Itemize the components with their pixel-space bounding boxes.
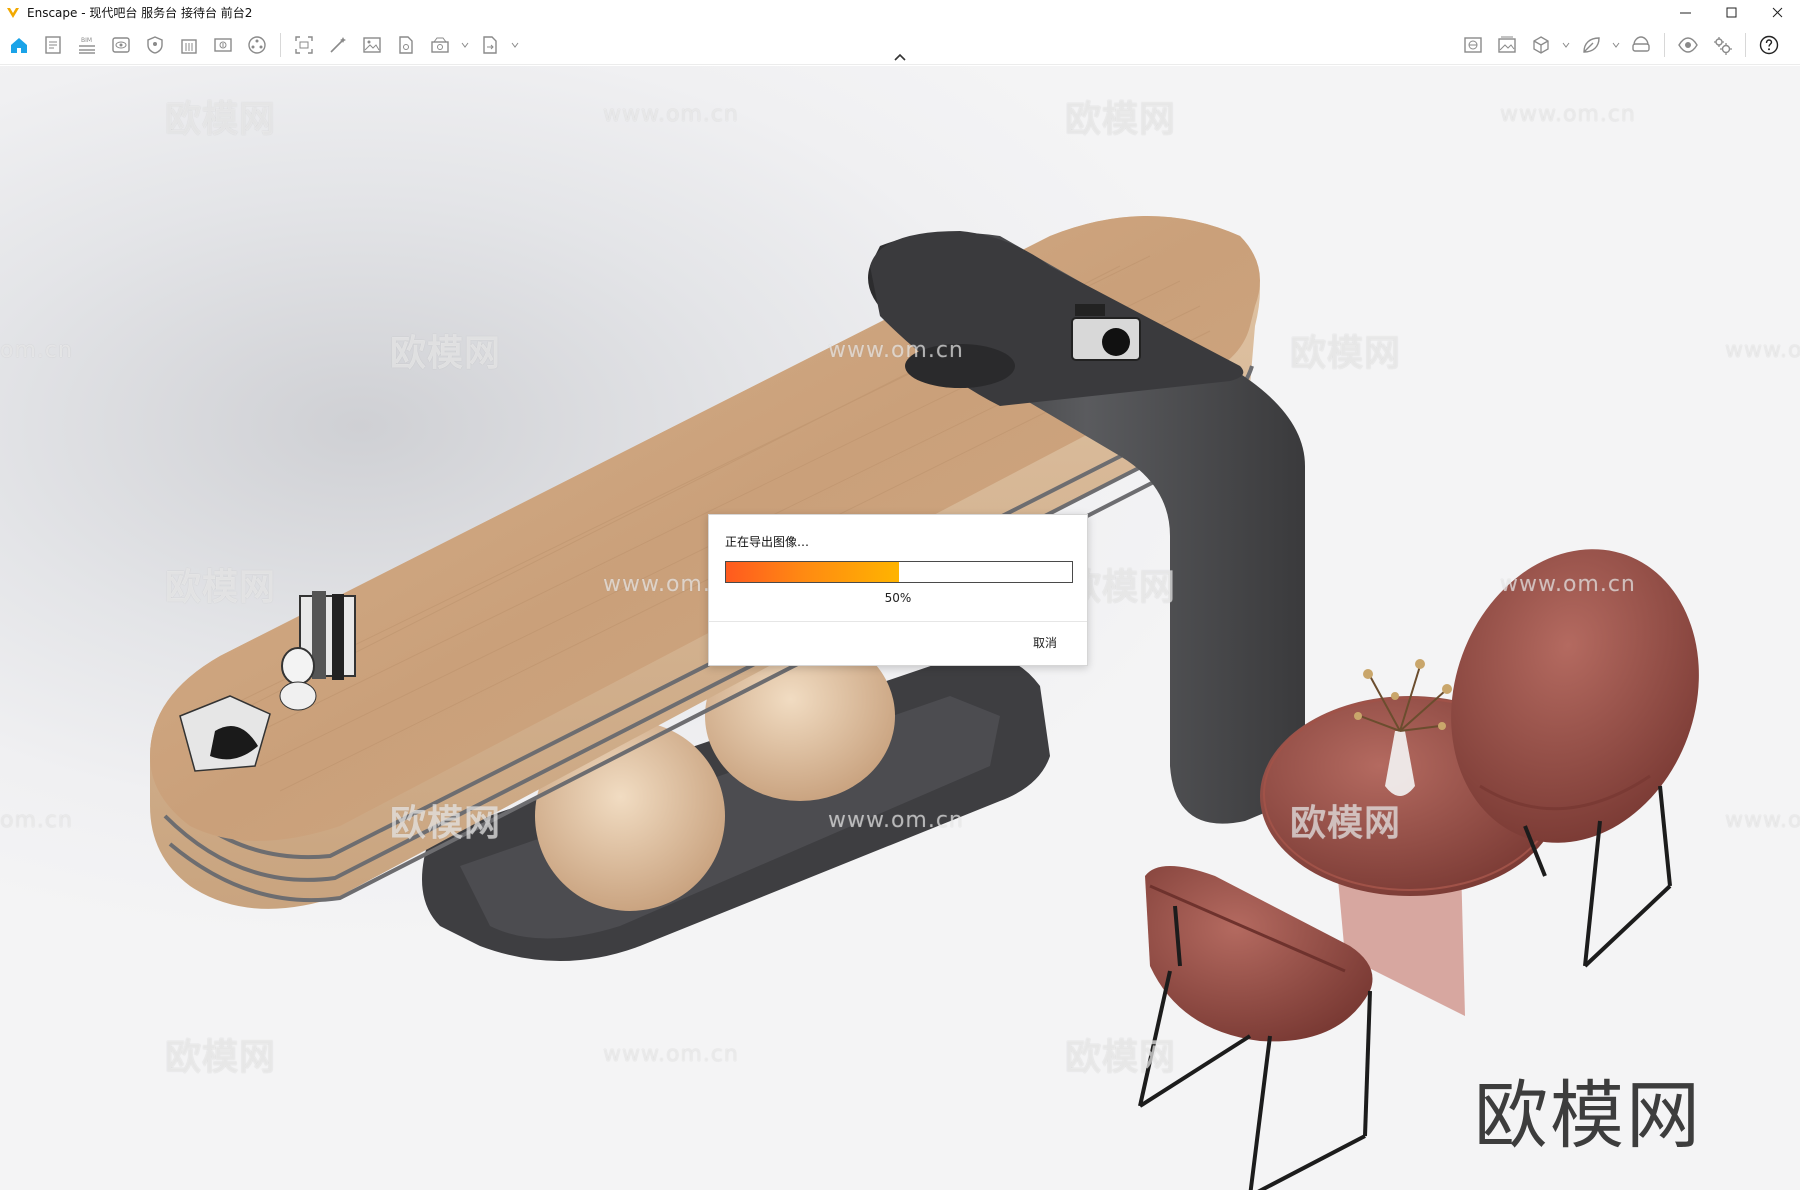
home-icon [11, 38, 27, 53]
view-button[interactable] [104, 31, 138, 59]
book-icon [214, 38, 232, 52]
render-batch-button[interactable] [423, 31, 457, 59]
render-batch-icon [431, 37, 449, 53]
brand-watermark: 欧模网 [1474, 1073, 1702, 1159]
building-button[interactable] [172, 31, 206, 59]
visual-settings-button[interactable] [1671, 31, 1705, 59]
watermark-url: www.om.cn [828, 808, 964, 833]
watermark-url: www.o [1725, 808, 1800, 833]
collapse-toolbar-icon[interactable] [891, 52, 909, 62]
watermark-url: om.cn [0, 338, 73, 363]
shield-icon [147, 36, 163, 54]
home-button[interactable] [2, 31, 36, 59]
leaf-icon [1583, 37, 1600, 53]
close-button[interactable] [1754, 0, 1800, 25]
watermark-text: 欧模网 [1290, 333, 1402, 374]
toolbar-left-group: BIM [2, 31, 523, 59]
chevron-down-icon [461, 42, 469, 48]
gallery-icon [1498, 36, 1516, 53]
minimize-icon [1679, 12, 1691, 14]
watermark-text: 欧模网 [165, 99, 277, 140]
progress-fill [726, 562, 899, 582]
shield-button[interactable] [138, 31, 172, 59]
window-title: Enscape - 现代吧台 服务台 接待台 前台2 [27, 6, 253, 20]
settings-button[interactable] [1705, 31, 1739, 59]
watermark-text: 欧模网 [390, 333, 502, 374]
export-dropdown[interactable] [507, 31, 523, 59]
dialog-title: 正在导出图像… [725, 535, 810, 549]
headset-icon [1632, 36, 1650, 52]
file-image-icon [399, 36, 413, 54]
watermark-text: 欧模网 [1290, 803, 1402, 844]
image-button[interactable] [355, 31, 389, 59]
watermark-text: 欧模网 [165, 1037, 277, 1078]
dialog-divider [709, 621, 1087, 622]
asset-icon [248, 36, 266, 54]
toolbar-right-group [1456, 31, 1786, 59]
screenshot-icon [295, 36, 313, 54]
view-icon [1678, 37, 1698, 53]
export-progress-bar [725, 561, 1073, 583]
watermark-url: www.om.cn [1500, 572, 1636, 597]
chevron-down-icon [1612, 42, 1620, 48]
watermark-url: www.om.cn [828, 338, 964, 363]
export-icon [483, 36, 497, 54]
asset-library-button[interactable] [240, 31, 274, 59]
file-image-button[interactable] [389, 31, 423, 59]
toolbar-separator [1664, 33, 1665, 57]
enscape-logo-icon [7, 7, 19, 18]
progress-percent: 50% [884, 591, 912, 605]
bim-button[interactable]: BIM [70, 31, 104, 59]
window-controls [1662, 0, 1800, 25]
export-button[interactable] [473, 31, 507, 59]
leaf-button[interactable] [1574, 31, 1608, 59]
watermark-url: www.om.cn [603, 1042, 739, 1067]
cube-icon [1533, 36, 1549, 54]
cube-dropdown[interactable] [1558, 31, 1574, 59]
toolbar-separator [1745, 33, 1746, 57]
magic-wand-button[interactable] [321, 31, 355, 59]
eye-icon [112, 37, 130, 53]
gallery-button[interactable] [1490, 31, 1524, 59]
panorama-button[interactable] [1456, 31, 1490, 59]
watermark-url: om.cn [0, 808, 73, 833]
book-button[interactable] [206, 31, 240, 59]
image-icon [363, 37, 381, 53]
watermark-text: 欧模网 [165, 567, 277, 608]
render-batch-dropdown[interactable] [457, 31, 473, 59]
toolbar-separator [280, 33, 281, 57]
magic-wand-icon [330, 37, 346, 53]
building-icon [181, 39, 197, 54]
cube-button[interactable] [1524, 31, 1558, 59]
vr-headset-button[interactable] [1624, 31, 1658, 59]
watermark-url: www.o [1725, 338, 1800, 363]
document-button[interactable] [36, 31, 70, 59]
watermark-url: www.om.cn [1500, 102, 1636, 127]
watermark-url: www.om.cn [603, 102, 739, 127]
watermark-text: 欧模网 [390, 803, 502, 844]
settings-icon [1714, 37, 1732, 55]
close-icon [1772, 7, 1782, 18]
document-icon [45, 36, 61, 54]
maximize-icon [1726, 7, 1736, 18]
enscape-window: Enscape - 现代吧台 服务台 接待台 前台2 BIM 欧模网 www.o… [0, 0, 1800, 1190]
watermark-text: 欧模网 [1065, 1037, 1177, 1078]
bim-icon: BIM [79, 37, 95, 54]
help-button[interactable] [1752, 31, 1786, 59]
chevron-down-icon [511, 42, 519, 48]
help-icon [1759, 35, 1779, 55]
panorama-icon [1464, 37, 1482, 53]
export-progress-dialog: 正在导出图像… 50% 取消 [708, 514, 1088, 666]
maximize-button[interactable] [1708, 0, 1754, 25]
cancel-button[interactable]: 取消 [1033, 634, 1057, 651]
watermark-text: 欧模网 [1065, 99, 1177, 140]
chevron-down-icon [1562, 42, 1570, 48]
leaf-dropdown[interactable] [1608, 31, 1624, 59]
screenshot-button[interactable] [287, 31, 321, 59]
minimize-button[interactable] [1662, 0, 1708, 25]
svg-text:BIM: BIM [81, 37, 92, 44]
title-bar: Enscape - 现代吧台 服务台 接待台 前台2 [0, 0, 1800, 25]
